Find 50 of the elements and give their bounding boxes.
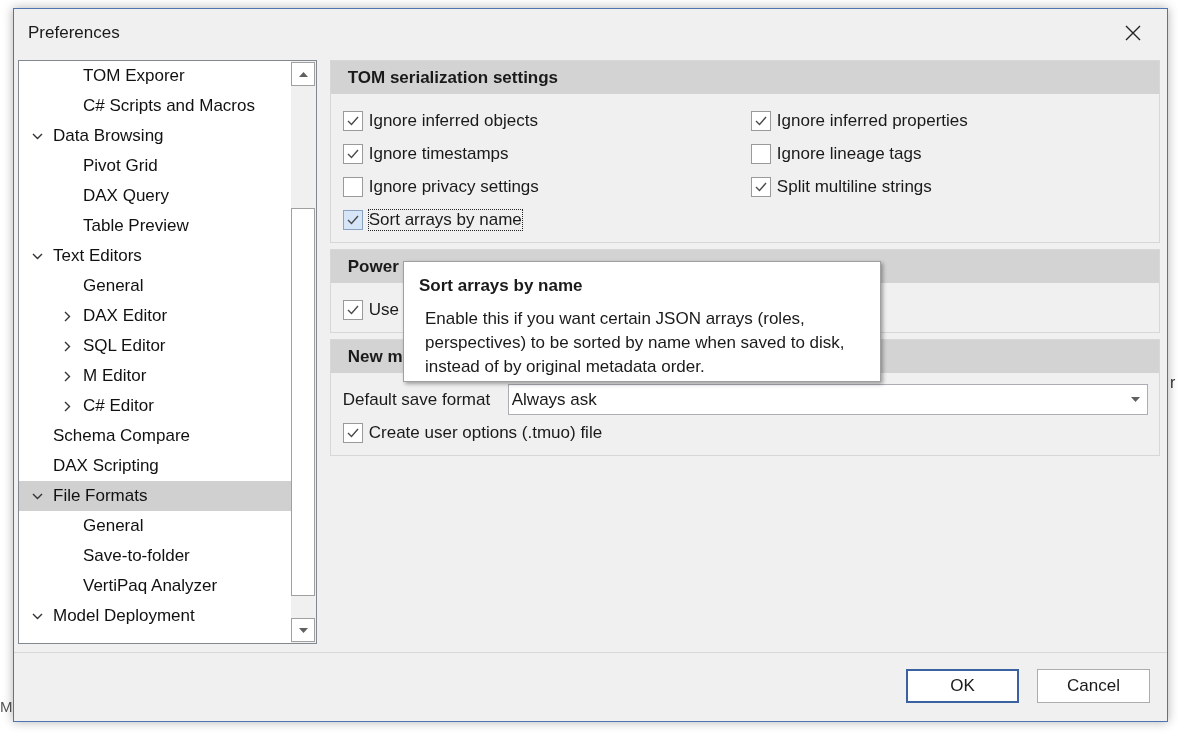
tree-item[interactable]: File Formats — [19, 481, 291, 511]
checkbox[interactable] — [342, 176, 363, 197]
checkbox-label[interactable]: Use — [367, 298, 400, 321]
background-text: M — [0, 697, 13, 717]
up-arrow-icon — [298, 71, 308, 77]
chevron-down-icon — [31, 492, 43, 500]
scrollbar[interactable] — [290, 61, 316, 643]
caret-icon — [1131, 397, 1140, 402]
checkbox[interactable] — [750, 110, 771, 131]
chevron-down-icon — [31, 612, 43, 620]
checkbox[interactable] — [342, 209, 363, 230]
group-header: TOM serialization settings — [330, 61, 1159, 94]
chevron-down-icon — [31, 132, 43, 140]
checkbox-label[interactable]: Sort arrays by name — [367, 208, 523, 231]
down-arrow-icon — [298, 627, 308, 633]
check-icon — [346, 115, 359, 126]
scroll-up-button[interactable] — [291, 62, 316, 86]
chevron-right-icon — [63, 370, 71, 382]
checkbox[interactable] — [342, 422, 363, 443]
scrollbar-thumb[interactable] — [291, 208, 316, 596]
dropdown[interactable]: Always ask — [507, 384, 1148, 415]
checkbox-label[interactable]: Ignore inferred objects — [367, 109, 539, 132]
scroll-down-button[interactable] — [291, 618, 316, 642]
checkbox[interactable] — [342, 299, 363, 320]
check-icon — [346, 427, 359, 438]
check-icon — [346, 304, 359, 315]
check-icon — [754, 115, 767, 126]
check-icon — [346, 148, 359, 159]
dialog-button[interactable]: OK — [906, 669, 1019, 703]
check-icon — [754, 181, 767, 192]
check-icon — [346, 214, 359, 225]
checkbox-label[interactable]: Ignore lineage tags — [775, 142, 923, 165]
checkbox[interactable] — [750, 176, 771, 197]
checkbox-label[interactable]: Ignore privacy settings — [367, 175, 540, 198]
close-icon — [1125, 25, 1141, 41]
dialog-button[interactable]: Cancel — [1037, 669, 1150, 703]
background-text: r — [1170, 373, 1176, 393]
chevron-right-icon — [63, 340, 71, 352]
checkbox-label[interactable]: Ignore timestamps — [367, 142, 510, 165]
checkbox-label[interactable]: Ignore inferred properties — [775, 109, 969, 132]
window-title: Preferences — [28, 22, 120, 45]
checkbox[interactable] — [342, 143, 363, 164]
chevron-down-icon — [31, 252, 43, 260]
checkbox[interactable] — [342, 110, 363, 131]
checkbox-label[interactable]: Create user options (.tmuo) file — [367, 421, 604, 444]
field-label: Default save format — [342, 388, 492, 411]
checkbox[interactable] — [750, 143, 771, 164]
chevron-right-icon — [63, 310, 71, 322]
checkbox-label[interactable]: Split multiline strings — [775, 175, 933, 198]
chevron-right-icon — [63, 400, 71, 412]
